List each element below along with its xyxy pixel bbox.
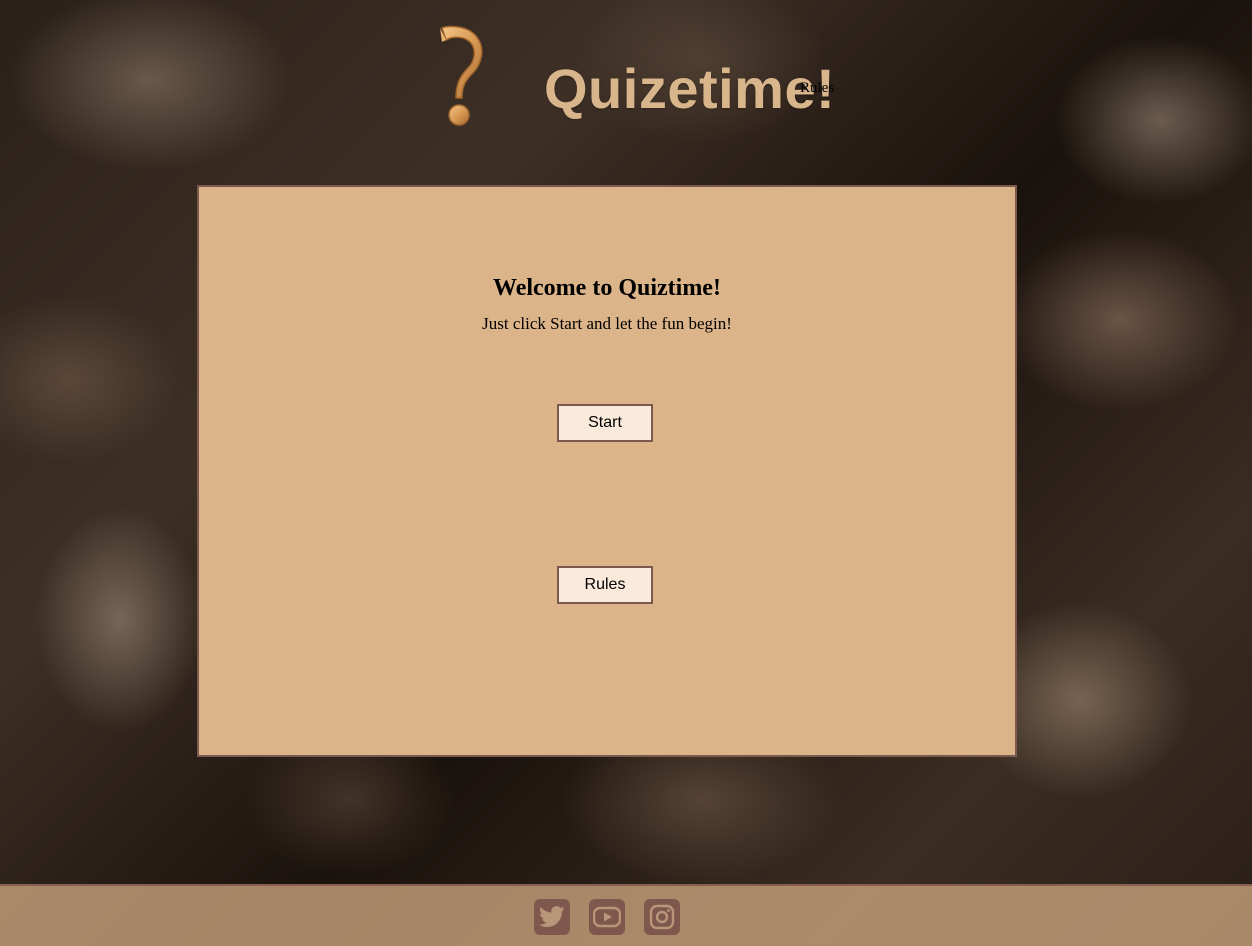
twitter-icon[interactable] <box>534 899 570 935</box>
rules-button[interactable]: Rules <box>557 566 653 604</box>
question-mark-icon <box>430 22 490 132</box>
brand-title: Quizetime! <box>544 57 836 120</box>
site-header: Quizetime! Rules <box>0 0 1252 150</box>
nav-rules-link[interactable]: Rules <box>800 80 834 97</box>
welcome-subtitle: Just click Start and let the fun begin! <box>482 314 732 333</box>
site-footer <box>0 884 1252 946</box>
youtube-icon[interactable] <box>589 899 625 935</box>
start-button[interactable]: Start <box>557 404 653 442</box>
welcome-card: Welcome to Quiztime! Just click Start an… <box>197 185 1017 757</box>
welcome-title: Welcome to Quiztime! <box>493 275 721 301</box>
instagram-icon[interactable] <box>644 899 680 935</box>
